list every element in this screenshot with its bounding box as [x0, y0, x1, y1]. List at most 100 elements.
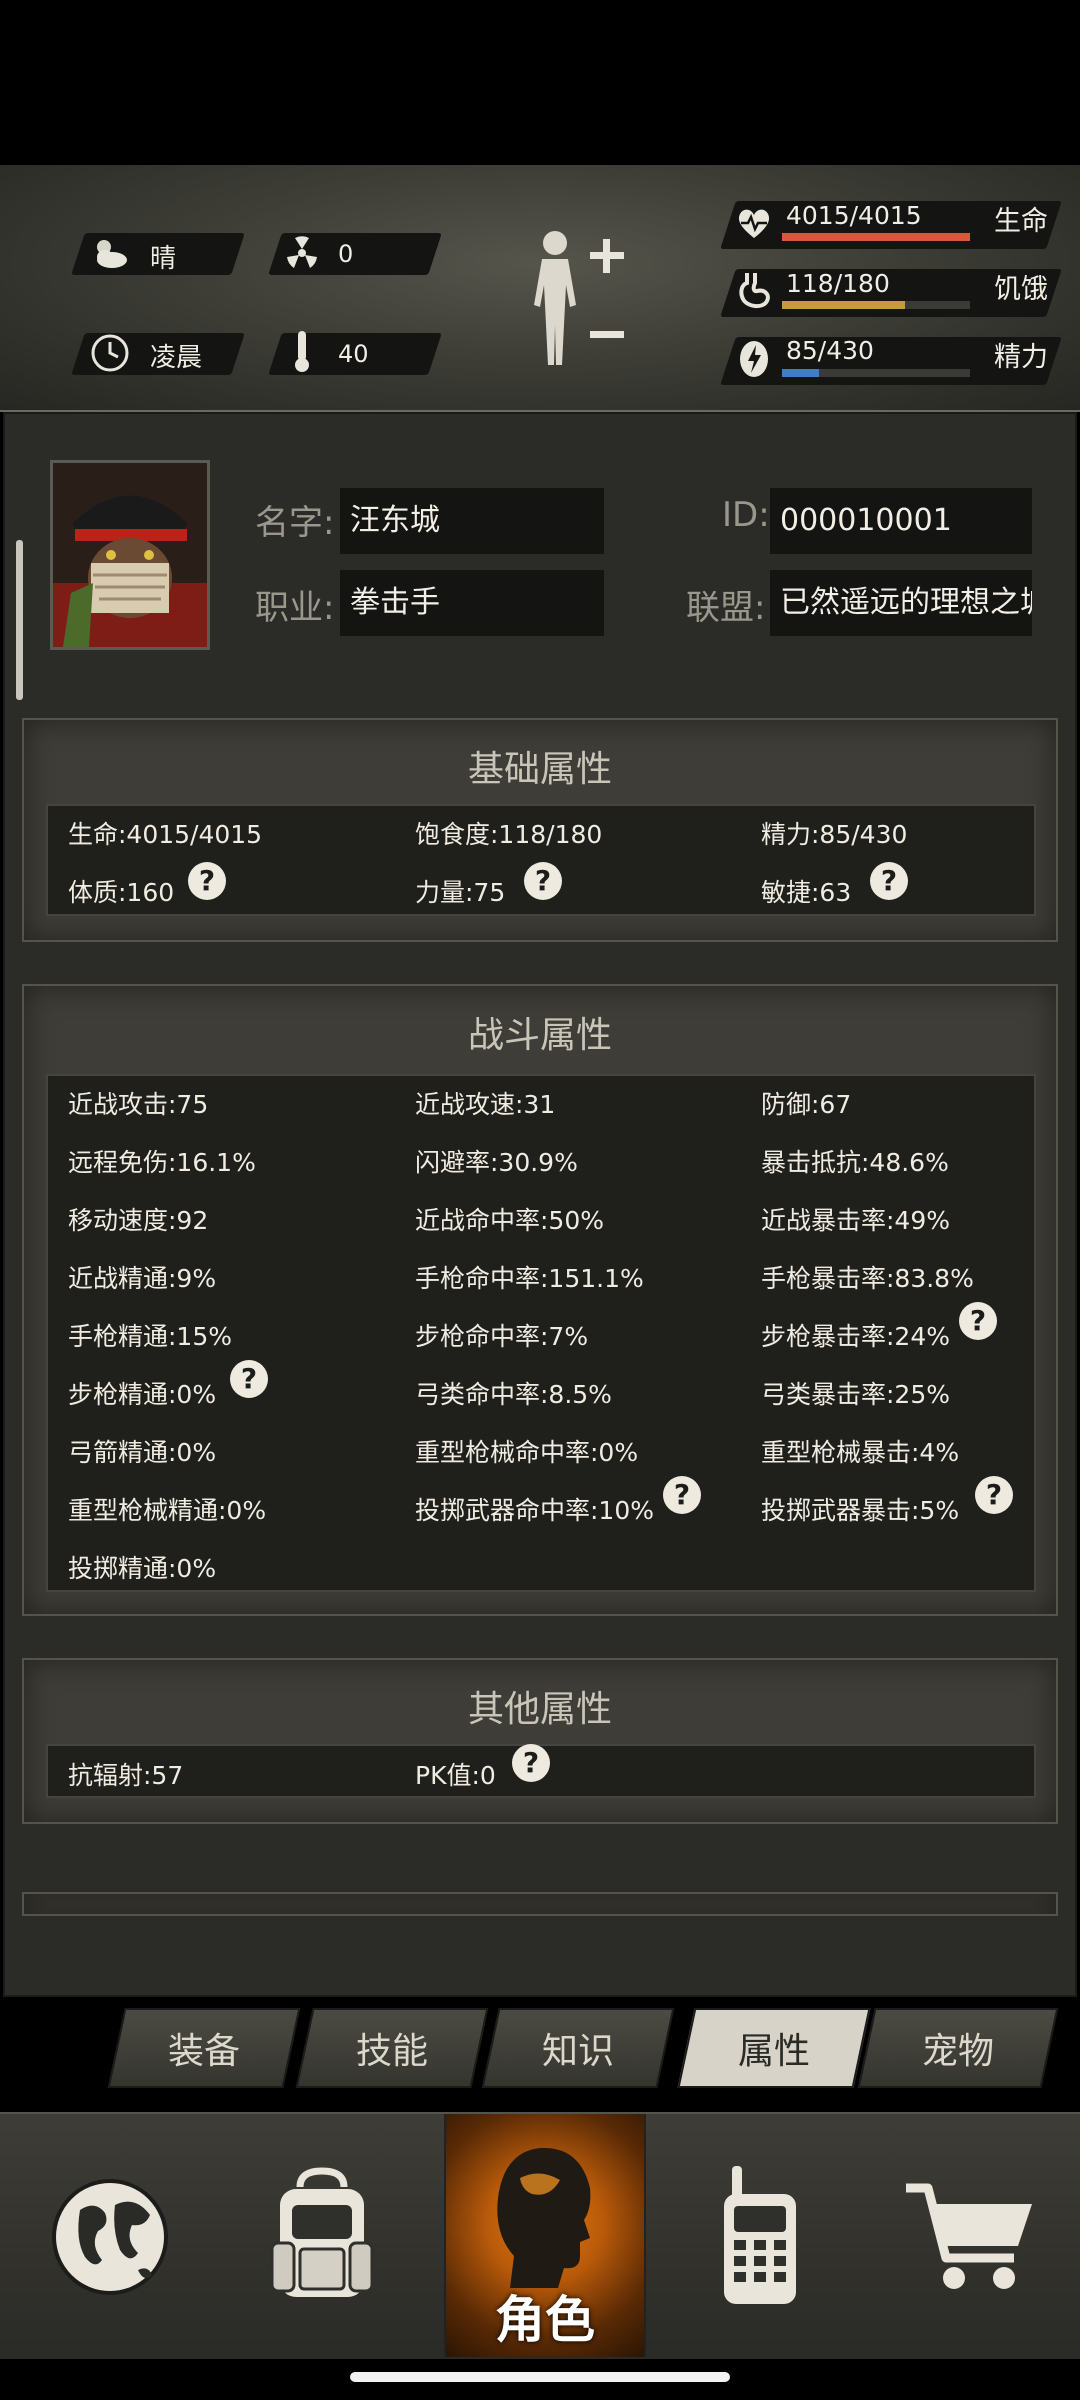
radiation-icon — [280, 231, 324, 275]
avatar — [53, 463, 207, 647]
time-of-day-text: 凌晨 — [150, 343, 203, 373]
help-throw-accuracy-button[interactable]: ? — [663, 1476, 701, 1514]
weather-cloud-sun-icon — [88, 231, 132, 275]
combat-stat: 近战攻击:75 — [68, 1090, 209, 1119]
combat-stat: 步枪暴击率:24% — [761, 1322, 950, 1351]
combat-stat: 手枪暴击率:83.8% — [761, 1264, 974, 1293]
tab-attributes-label: 属性 — [737, 2031, 810, 2072]
combat-stat: 闪避率:30.9% — [415, 1148, 578, 1177]
name-label: 名字: — [255, 503, 335, 543]
character-portrait[interactable] — [50, 460, 210, 650]
help-pk-button[interactable]: ? — [512, 1744, 550, 1782]
help-constitution-button[interactable]: ? — [188, 862, 226, 900]
stat-satiety: 饱食度:118/180 — [415, 820, 603, 849]
nav-role-label: 角色 — [495, 2291, 595, 2349]
combat-stat: 重型枪械命中率:0% — [415, 1438, 639, 1467]
stat-strength: 力量:75 — [415, 878, 506, 907]
next-section-edge — [22, 1892, 1058, 1916]
combat-attributes-title: 战斗属性 — [467, 1015, 612, 1056]
stat-life: 生命:4015/4015 — [68, 820, 263, 849]
hunger-label: 饥饿 — [994, 274, 1048, 305]
stat-constitution: 体质:160 — [68, 878, 175, 907]
hunger-bar-fill — [782, 301, 906, 309]
nav-world-button[interactable] — [10, 2112, 210, 2357]
hunger-bar — [782, 301, 970, 309]
energy-value: 85/430 — [786, 336, 874, 365]
combat-stat: 弓类命中率:8.5% — [415, 1380, 612, 1409]
help-rifle-mastery-button[interactable]: ? — [230, 1360, 268, 1398]
combat-stat: 近战命中率:50% — [415, 1206, 604, 1235]
combat-stat: 近战暴击率:49% — [761, 1206, 950, 1235]
tab-pets-label: 宠物 — [921, 2031, 994, 2072]
combat-stat: 近战精通:9% — [68, 1264, 217, 1293]
walkie-talkie-icon — [724, 2165, 796, 2304]
radiation-value: 0 — [338, 240, 354, 268]
stat-pk-value: PK值:0 — [415, 1761, 496, 1790]
combat-stat: 步枪命中率:7% — [415, 1322, 589, 1351]
life-bar — [782, 233, 970, 241]
help-rifle-crit-button[interactable]: ? — [959, 1302, 997, 1340]
tab-equipment-label: 装备 — [167, 2031, 240, 2072]
nav-role-button[interactable]: 角色 — [444, 2114, 646, 2357]
tab-knowledge-label: 知识 — [541, 2031, 614, 2072]
basic-attributes-title: 基础属性 — [467, 749, 612, 790]
combat-stat: 步枪精通:0% — [68, 1380, 217, 1409]
nav-backpack-button[interactable] — [222, 2112, 422, 2357]
energy-bar-fill — [782, 369, 820, 377]
life-bar-fill — [782, 233, 970, 241]
combat-stat: 弓类暴击率:25% — [761, 1380, 950, 1409]
life-label: 生命 — [994, 206, 1048, 237]
energy-label: 精力 — [994, 342, 1048, 373]
combat-stat: 暴击抵抗:48.6% — [761, 1148, 949, 1177]
tab-pets[interactable]: 宠物 — [857, 2008, 1059, 2088]
hunger-value: 118/180 — [786, 269, 890, 298]
life-value: 4015/4015 — [786, 201, 922, 230]
home-indicator[interactable] — [350, 2372, 730, 2382]
body-status-figure-icon[interactable] — [520, 225, 630, 375]
combat-stat: 重型枪械暴击:4% — [761, 1438, 960, 1467]
stat-radiation-resist: 抗辐射:57 — [68, 1761, 184, 1790]
combat-stat: 投掷武器暴击:5% — [761, 1496, 960, 1525]
stat-energy: 精力:85/430 — [761, 820, 908, 849]
weather-text: 晴 — [150, 244, 177, 274]
scrollbar-thumb[interactable] — [16, 540, 23, 700]
heart-icon — [732, 201, 776, 245]
job-label: 职业: — [255, 588, 335, 628]
combat-stat: 移动速度:92 — [68, 1206, 209, 1235]
help-agility-button[interactable]: ? — [870, 862, 908, 900]
combat-stat: 弓箭精通:0% — [68, 1438, 217, 1467]
combat-stat: 防御:67 — [761, 1090, 852, 1119]
energy-bolt-icon — [732, 337, 776, 381]
stat-agility: 敏捷:63 — [761, 878, 852, 907]
combat-stat: 投掷精通:0% — [68, 1554, 217, 1583]
combat-stat: 手枪命中率:151.1% — [415, 1264, 644, 1293]
id-field: 000010001 — [770, 488, 1032, 554]
tab-equipment[interactable]: 装备 — [107, 2008, 301, 2088]
globe-icon — [52, 2178, 168, 2295]
tab-skills-label: 技能 — [355, 2031, 428, 2072]
thermometer-icon — [280, 329, 324, 373]
temperature-value: 40 — [338, 340, 369, 368]
id-label: ID: — [722, 495, 770, 535]
status-hud: 晴 0 凌晨 40 4015/4015 生命 118/180 饥饿 85/430… — [0, 165, 1080, 412]
help-throw-crit-button[interactable]: ? — [975, 1476, 1013, 1514]
combat-stat: 投掷武器命中率:10% — [415, 1496, 654, 1525]
alliance-field: 已然遥远的理想之城 — [770, 570, 1032, 636]
stomach-icon — [732, 269, 776, 313]
other-attributes-title: 其他属性 — [467, 1689, 612, 1730]
name-field: 汪东城 — [340, 488, 604, 554]
help-strength-button[interactable]: ? — [524, 862, 562, 900]
nav-shop-button[interactable] — [870, 2112, 1070, 2357]
role-head-icon — [497, 2147, 591, 2288]
tab-skills[interactable]: 技能 — [295, 2008, 489, 2088]
tab-knowledge[interactable]: 知识 — [481, 2008, 675, 2088]
backpack-icon — [270, 2166, 374, 2297]
job-field: 拳击手 — [340, 570, 604, 636]
nav-radio-button[interactable] — [660, 2112, 860, 2357]
combat-stat: 重型枪械精通:0% — [68, 1496, 267, 1525]
clock-icon — [88, 331, 132, 375]
tab-attributes[interactable]: 属性 — [677, 2008, 871, 2088]
alliance-label: 联盟: — [686, 588, 766, 628]
combat-stat: 近战攻速:31 — [415, 1090, 556, 1119]
energy-bar — [782, 369, 970, 377]
